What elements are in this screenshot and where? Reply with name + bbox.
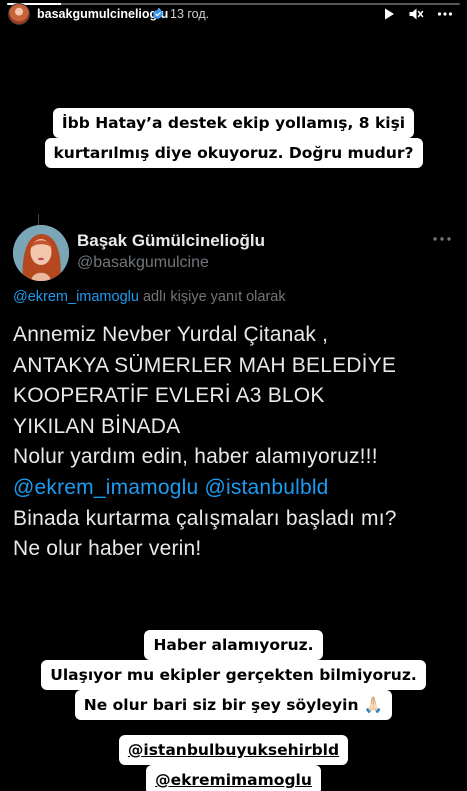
tweet-line: KOOPERATİF EVLERİ A3 BLOK (13, 384, 325, 408)
caption-line: Ne olur bari siz bir şey söyleyin 🙏🏻 (74, 690, 393, 720)
caption-plea: Haber alamıyoruz. Ulaşıyor mu ekipler ge… (0, 630, 467, 720)
tweet-line: ANTAKYA SÜMERLER MAH BELEDİYE (13, 353, 397, 377)
tweet-line: Nolur yardım edin, haber alamıyoruz!!! (13, 445, 378, 469)
caption-line: kurtarılmış diye okuyoruz. Doğru mudur? (44, 138, 423, 168)
tweet-text: Annemiz Nevber Yurdal Çitanak , ANTAKYA … (13, 320, 463, 565)
reply-suffix: adlı kişiye yanıt olarak (138, 289, 286, 305)
tweet-author-handle: @basakgumulcine (77, 254, 209, 271)
tweet-author-name: Başak Gümülcinelioğlu (77, 231, 265, 250)
caption-line: Ulaşıyor mu ekipler gerçekten bilmiyoruz… (41, 660, 426, 690)
caption-question: İbb Hatay’a destek ekip yollamış, 8 kişi… (0, 108, 467, 168)
story-username[interactable]: basakgumulcinelioglu (37, 7, 168, 21)
mention-sticker[interactable]: @ekremimamoglu (146, 765, 321, 791)
tweet-avatar-portrait (13, 225, 69, 281)
caption-line: İbb Hatay’a destek ekip yollamış, 8 kişi (52, 108, 415, 138)
reply-mention: @ekrem_imamoglu (13, 289, 139, 305)
tweet-line: Ne olur haber verin! (13, 537, 202, 561)
mention-sticker[interactable]: @istanbulbuyuksehirbld (118, 735, 349, 765)
tweet-mention: @ekrem_imamoglu (13, 475, 199, 499)
caption-line: Haber alamıyoruz. (144, 630, 323, 660)
more-icon[interactable] (437, 6, 453, 22)
tweet-more-icon (433, 237, 451, 241)
story-time: 13 год. (170, 7, 210, 21)
tweet-line: Binada kurtarma çalışmaları başladı mı? (13, 506, 397, 530)
tweet-mention: @istanbulbld (204, 475, 329, 499)
mention-stickers: @istanbulbuyuksehirbld @ekremimamoglu (0, 735, 467, 791)
story-header: basakgumulcinelioglu 13 год. (0, 0, 467, 30)
tweet-avatar (13, 225, 69, 281)
play-icon[interactable] (381, 6, 397, 22)
tweet-line: YIKILAN BİNADA (13, 414, 181, 438)
tweet-line: Annemiz Nevber Yurdal Çitanak , (13, 323, 329, 346)
verified-badge-icon (153, 8, 163, 20)
reply-to-line: @ekrem_imamoglu adlı kişiye yanıt olarak (13, 289, 286, 305)
profile-avatar[interactable] (8, 3, 30, 25)
tweet-mentions-line: @ekrem_imamoglu @istanbulbld (13, 473, 463, 504)
mute-icon[interactable] (408, 6, 424, 22)
